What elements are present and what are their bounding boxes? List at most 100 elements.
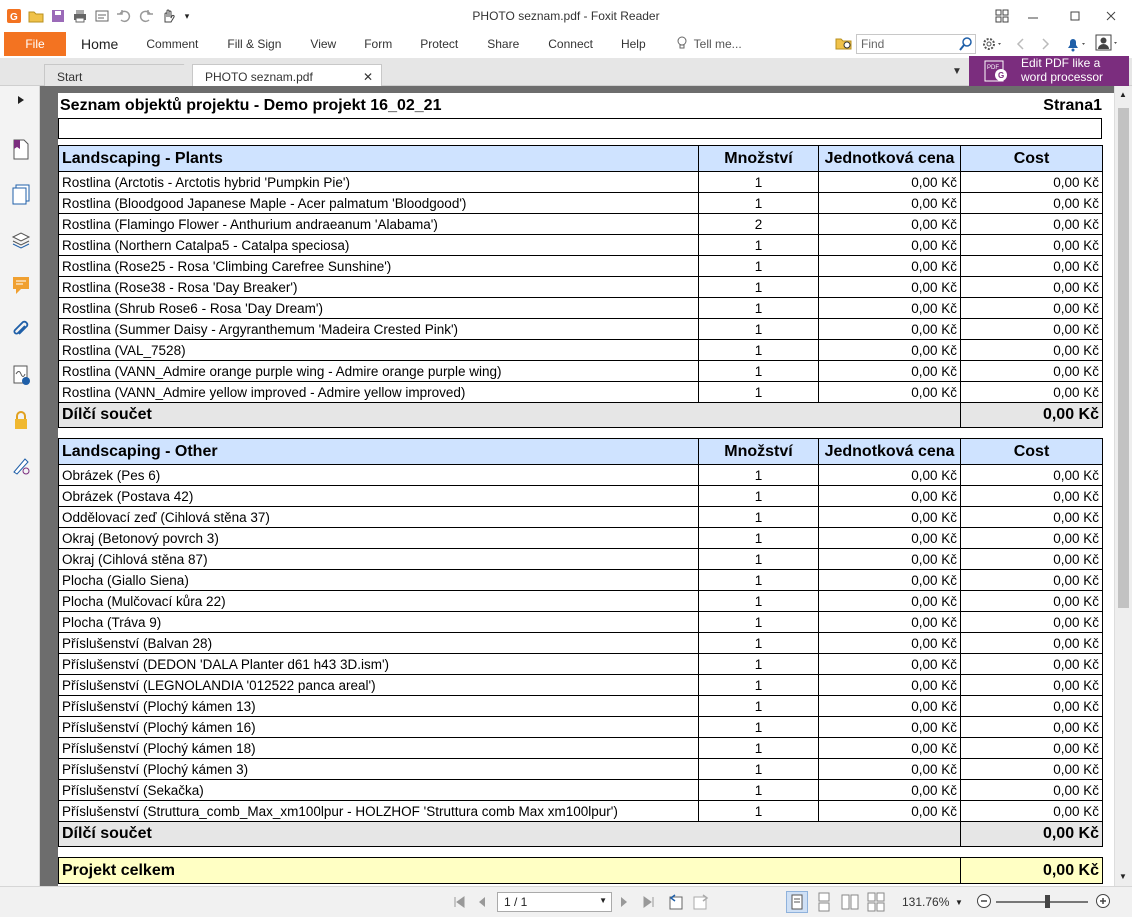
single-page-view-icon[interactable] [786,891,808,913]
item-unit-price: 0,00 Kč [818,234,961,256]
comments-icon[interactable] [10,274,32,296]
status-bar: 1 / 1 ▼ 131.76% ▼ [0,886,1132,917]
menu-comment[interactable]: Comment [146,37,198,51]
expand-panel-arrow-icon[interactable] [10,92,32,108]
settings-gear-icon[interactable] [982,36,1004,55]
tell-me-box[interactable]: Tell me... [694,37,742,51]
last-page-icon[interactable] [642,895,656,912]
table-row: Plocha (Tráva 9) 1 0,00 Kč 0,00 Kč [58,611,1103,633]
vertical-scrollbar[interactable]: ▲ ▼ [1114,86,1132,886]
zoom-in-icon[interactable] [1095,893,1111,912]
scroll-down-icon[interactable]: ▼ [1119,872,1127,881]
previous-view-icon[interactable] [668,893,686,914]
tab-doc-label: PHOTO seznam.pdf [205,70,313,84]
item-name: Příslušenství (Plochý kámen 18) [58,737,699,759]
item-cost: 0,00 Kč [960,234,1103,256]
item-cost: 0,00 Kč [960,779,1103,801]
item-name: Rostlina (Shrub Rose6 - Rosa 'Day Dream'… [58,297,699,319]
first-page-icon[interactable] [452,895,466,912]
scroll-up-icon[interactable]: ▲ [1119,90,1127,99]
item-qty: 1 [698,506,819,528]
menu-share[interactable]: Share [487,37,519,51]
table-row: Rostlina (VANN_Admire orange purple wing… [58,360,1103,382]
attachments-icon[interactable] [10,319,32,341]
next-page-icon[interactable] [618,895,630,912]
find-folder-icon[interactable] [835,35,853,54]
facing-view-icon[interactable] [840,892,860,915]
zoom-level[interactable]: 131.76% [902,895,949,909]
item-qty: 1 [698,234,819,256]
table-row: Příslušenství (Struttura_comb_Max_xm100l… [58,800,1103,822]
menu-form[interactable]: Form [364,37,392,51]
bookmark-icon[interactable] [10,138,32,160]
next-result-icon[interactable] [1040,36,1052,55]
zoom-slider-handle[interactable] [1045,895,1050,908]
item-qty: 1 [698,695,819,717]
page-dropdown-icon[interactable]: ▼ [599,896,607,905]
tab-list-dropdown-icon[interactable]: ▼ [952,66,962,77]
item-cost: 0,00 Kč [960,255,1103,277]
table-row: Příslušenství (Plochý kámen 16) 1 0,00 Kč 0… [58,716,1103,738]
table-row: Příslušenství (LEGNOLANDIA '012522 panca… [58,674,1103,696]
project-total-row: Projekt celkem 0,00 Kč [58,857,1103,884]
item-cost: 0,00 Kč [960,485,1103,507]
search-icon[interactable] [958,36,974,55]
menu-connect[interactable]: Connect [548,37,593,51]
signature-panel-icon[interactable] [10,364,32,386]
prev-result-icon[interactable] [1014,36,1026,55]
next-view-icon[interactable] [692,893,710,914]
item-name: Rostlina (VAL_7528) [58,339,699,361]
item-unit-price: 0,00 Kč [818,569,961,591]
table-row: Rostlina (Rose25 - Rosa 'Climbing Carefr… [58,255,1103,277]
section-name: Landscaping - Plants [58,145,699,172]
table-row: Plocha (Giallo Siena) 1 0,00 Kč 0,00 Kč [58,569,1103,591]
sign-pen-icon[interactable] [10,454,32,476]
item-name: Rostlina (Flamingo Flower - Anthurium an… [58,213,699,235]
item-unit-price: 0,00 Kč [818,800,961,822]
table-row: Příslušenství (Plochý kámen 3) 1 0,00 Kč 0,… [58,758,1103,780]
menu-fill-sign[interactable]: Fill & Sign [227,37,281,51]
continuous-facing-icon[interactable] [866,892,886,915]
table-row: Rostlina (Bloodgood Japanese Maple - Ace… [58,192,1103,214]
item-cost: 0,00 Kč [960,213,1103,235]
layers-icon[interactable] [10,229,32,251]
maximize-icon[interactable] [1063,6,1087,26]
menu-view[interactable]: View [310,37,336,51]
item-unit-price: 0,00 Kč [818,360,961,382]
item-cost: 0,00 Kč [960,339,1103,361]
pages-thumbnail-icon[interactable] [10,183,32,205]
table-row: Okraj (Cihlová stěna 87) 1 0,00 Kč 0,00 Kč [58,548,1103,570]
ribbon-display-icon[interactable] [990,6,1014,26]
prev-page-icon[interactable] [476,895,488,912]
zoom-out-icon[interactable] [976,893,992,912]
scrollbar-thumb[interactable] [1118,108,1129,608]
close-tab-icon[interactable]: ✕ [363,70,373,84]
item-cost: 0,00 Kč [960,737,1103,759]
item-cost: 0,00 Kč [960,381,1103,403]
minimize-icon[interactable] [1021,6,1045,26]
table-row: Rostlina (Rose38 - Rosa 'Day Breaker') 1 0… [58,276,1103,298]
item-name: Okraj (Cihlová stěna 87) [58,548,699,570]
security-lock-icon[interactable] [10,409,32,431]
table-row: Rostlina (Flamingo Flower - Anthurium an… [58,213,1103,235]
zoom-slider-track[interactable] [996,901,1088,903]
item-qty: 1 [698,716,819,738]
edit-pdf-promo[interactable]: PDF G Edit PDF like a word processor [969,56,1129,86]
notification-bell-icon[interactable] [1064,35,1088,56]
item-name: Rostlina (Bloodgood Japanese Maple - Ace… [58,192,699,214]
close-window-icon[interactable] [1099,6,1123,26]
tab-photo-seznam[interactable]: PHOTO seznam.pdf ✕ [192,64,382,87]
menu-help[interactable]: Help [621,37,646,51]
menu-home[interactable]: Home [81,36,118,52]
item-qty: 1 [698,632,819,654]
file-menu-button[interactable]: File [4,32,66,56]
zoom-dropdown-icon[interactable]: ▼ [955,898,963,907]
item-unit-price: 0,00 Kč [818,527,961,549]
tab-start[interactable]: Start [44,64,196,87]
svg-text:G: G [998,71,1004,80]
table-row: Příslušenství (Plochý kámen 18) 1 0,00 Kč 0… [58,737,1103,759]
continuous-view-icon[interactable] [814,892,834,915]
page-number-input[interactable]: 1 / 1 ▼ [497,892,612,912]
menu-protect[interactable]: Protect [420,37,458,51]
user-account-icon[interactable] [1095,34,1119,55]
